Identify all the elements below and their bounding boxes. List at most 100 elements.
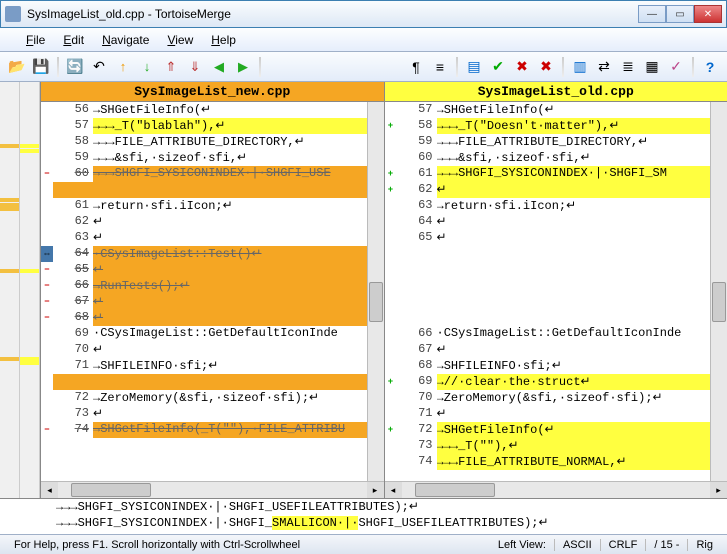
reload-icon[interactable]: 🔄	[64, 56, 86, 78]
use-theirs-icon[interactable]: ✔	[487, 56, 509, 78]
reject-icon[interactable]: ✖	[535, 56, 557, 78]
line-number: 72	[397, 422, 437, 438]
line-text: →→→FILE_ATTRIBUTE_NORMAL,↵	[437, 454, 727, 470]
maximize-button[interactable]: ▭	[666, 5, 694, 23]
code-line[interactable]: 61→→→SHGFI_SYSICONINDEX·|·SHGFI_SM	[397, 166, 727, 182]
right-horizontal-scrollbar[interactable]: ◂▸	[385, 481, 727, 498]
left-horizontal-scrollbar[interactable]: ◂▸	[41, 481, 384, 498]
next-inline-icon[interactable]: ▶	[232, 56, 254, 78]
line-number: 70	[397, 390, 437, 406]
code-line[interactable]: 59→→→FILE_ATTRIBUTE_DIRECTORY,↵	[397, 134, 727, 150]
undo-icon[interactable]: ↶	[88, 56, 110, 78]
code-line[interactable]: 64·CSysImageList::Test()↵	[53, 246, 384, 262]
line-number: 58	[397, 118, 437, 134]
code-line[interactable]	[53, 182, 384, 198]
line-number: 71	[397, 406, 437, 422]
right-code-area[interactable]: + + + + + 57→SHGetFileInfo(↵58→→→_T("Doe…	[385, 102, 727, 481]
code-line[interactable]: 58→→→FILE_ATTRIBUTE_DIRECTORY,↵	[53, 134, 384, 150]
code-line[interactable]: 63→return·sfi.iIcon;↵	[397, 198, 727, 214]
code-line[interactable]: 57→SHGetFileInfo(↵	[397, 102, 727, 118]
next-diff-icon[interactable]: ↓	[136, 56, 158, 78]
status-eol[interactable]: CRLF	[601, 539, 647, 551]
menu-bar: File Edit Navigate View Help	[0, 28, 727, 52]
code-line[interactable]	[397, 310, 727, 326]
inline-diff-icon[interactable]: ≡	[429, 56, 451, 78]
line-number: 69	[397, 374, 437, 390]
code-line[interactable]: 65↵	[397, 230, 727, 246]
line-text: ↵	[437, 230, 727, 246]
code-line[interactable]: 66·CSysImageList::GetDefaultIconInde	[397, 326, 727, 342]
two-pane-icon[interactable]: ▥	[569, 56, 591, 78]
code-line[interactable]: 68→SHFILEINFO·sfi;↵	[397, 358, 727, 374]
code-line[interactable]: 59→→→&sfi,·sizeof·sfi,↵	[53, 150, 384, 166]
prev-conflict-icon[interactable]: ⇑	[160, 56, 182, 78]
line-number	[53, 374, 93, 390]
open-icon[interactable]: 📂	[6, 56, 28, 78]
status-encoding[interactable]: ASCII	[555, 539, 601, 551]
code-line[interactable]: 57→→→_T("blablah"),↵	[53, 118, 384, 134]
line-number: 67	[397, 342, 437, 358]
menu-navigate[interactable]: Navigate	[94, 30, 157, 50]
code-line[interactable]: 61→return·sfi.iIcon;↵	[53, 198, 384, 214]
whitespace-icon[interactable]: ¶	[405, 56, 427, 78]
right-vertical-scrollbar[interactable]	[710, 102, 727, 482]
code-line[interactable]: 69·CSysImageList::GetDefaultIconInde	[53, 326, 384, 342]
line-number: 73	[53, 406, 93, 422]
switch-icon[interactable]: ⇄	[593, 56, 615, 78]
code-line[interactable]: 63↵	[53, 230, 384, 246]
line-text: ↵	[93, 262, 384, 278]
code-line[interactable]: 66→RunTests();↵	[53, 278, 384, 294]
code-line[interactable]: 69→//·clear·the·struct↵	[397, 374, 727, 390]
save-icon[interactable]: 💾	[30, 56, 52, 78]
minimize-button[interactable]: —	[638, 5, 666, 23]
code-line[interactable]: 73→→→_T(""),↵	[397, 438, 727, 454]
close-button[interactable]: ✕	[694, 5, 722, 23]
code-line[interactable]	[397, 294, 727, 310]
mark-resolved-icon[interactable]: ✓	[665, 56, 687, 78]
use-mine-icon[interactable]: ✖	[511, 56, 533, 78]
compare-ws-icon[interactable]: ▦	[641, 56, 663, 78]
next-conflict-icon[interactable]: ⇓	[184, 56, 206, 78]
code-line[interactable]: 62↵	[397, 182, 727, 198]
line-text: ↵	[437, 214, 727, 230]
code-line[interactable]: 60→→→&sfi,·sizeof·sfi,↵	[397, 150, 727, 166]
code-line[interactable]: 67↵	[53, 294, 384, 310]
menu-file[interactable]: File	[18, 30, 53, 50]
use-block-icon[interactable]: ▤	[463, 56, 485, 78]
bottom-pane[interactable]: →→→SHGFI_SYSICONINDEX·|·SHGFI_USEFILEATT…	[0, 498, 727, 534]
line-number: 74	[53, 422, 93, 438]
menu-help[interactable]: Help	[203, 30, 244, 50]
code-line[interactable]: 74→→→FILE_ATTRIBUTE_NORMAL,↵	[397, 454, 727, 470]
prev-diff-icon[interactable]: ↑	[112, 56, 134, 78]
title-bar: SysImageList_old.cpp - TortoiseMerge — ▭…	[0, 0, 727, 28]
code-line[interactable]: 71↵	[397, 406, 727, 422]
code-line[interactable]: 60→→→SHGFI_SYSICONINDEX·|·SHGFI_USE	[53, 166, 384, 182]
code-line[interactable]: 64↵	[397, 214, 727, 230]
code-line[interactable]: 58→→→_T("Doesn't·matter"),↵	[397, 118, 727, 134]
code-line[interactable]: 74→SHGetFileInfo(_T(""),·FILE_ATTRIBU	[53, 422, 384, 438]
left-code-area[interactable]: − ⇔ − − − − − 56→SHGetFileInfo(↵57→→→_T(…	[41, 102, 384, 481]
help-icon[interactable]: ?	[699, 56, 721, 78]
code-line[interactable]: 71→SHFILEINFO·sfi;↵	[53, 358, 384, 374]
line-text: →return·sfi.iIcon;↵	[437, 198, 727, 214]
code-line[interactable]: 67↵	[397, 342, 727, 358]
code-line[interactable]: 72→ZeroMemory(&sfi,·sizeof·sfi);↵	[53, 390, 384, 406]
code-line[interactable]	[397, 278, 727, 294]
code-line[interactable]: 70→ZeroMemory(&sfi,·sizeof·sfi);↵	[397, 390, 727, 406]
prev-inline-icon[interactable]: ◀	[208, 56, 230, 78]
menu-edit[interactable]: Edit	[55, 30, 92, 50]
code-line[interactable]: 72→SHGetFileInfo(↵	[397, 422, 727, 438]
code-line[interactable]: 70↵	[53, 342, 384, 358]
code-line[interactable]: 68↵	[53, 310, 384, 326]
locator-bar[interactable]	[0, 82, 40, 498]
collapse-icon[interactable]: ≣	[617, 56, 639, 78]
left-vertical-scrollbar[interactable]	[367, 102, 384, 482]
code-line[interactable]: 73↵	[53, 406, 384, 422]
code-line[interactable]	[397, 262, 727, 278]
code-line[interactable]: 65↵	[53, 262, 384, 278]
code-line[interactable]: 62↵	[53, 214, 384, 230]
code-line[interactable]	[53, 374, 384, 390]
menu-view[interactable]: View	[159, 30, 201, 50]
code-line[interactable]: 56→SHGetFileInfo(↵	[53, 102, 384, 118]
code-line[interactable]	[397, 246, 727, 262]
